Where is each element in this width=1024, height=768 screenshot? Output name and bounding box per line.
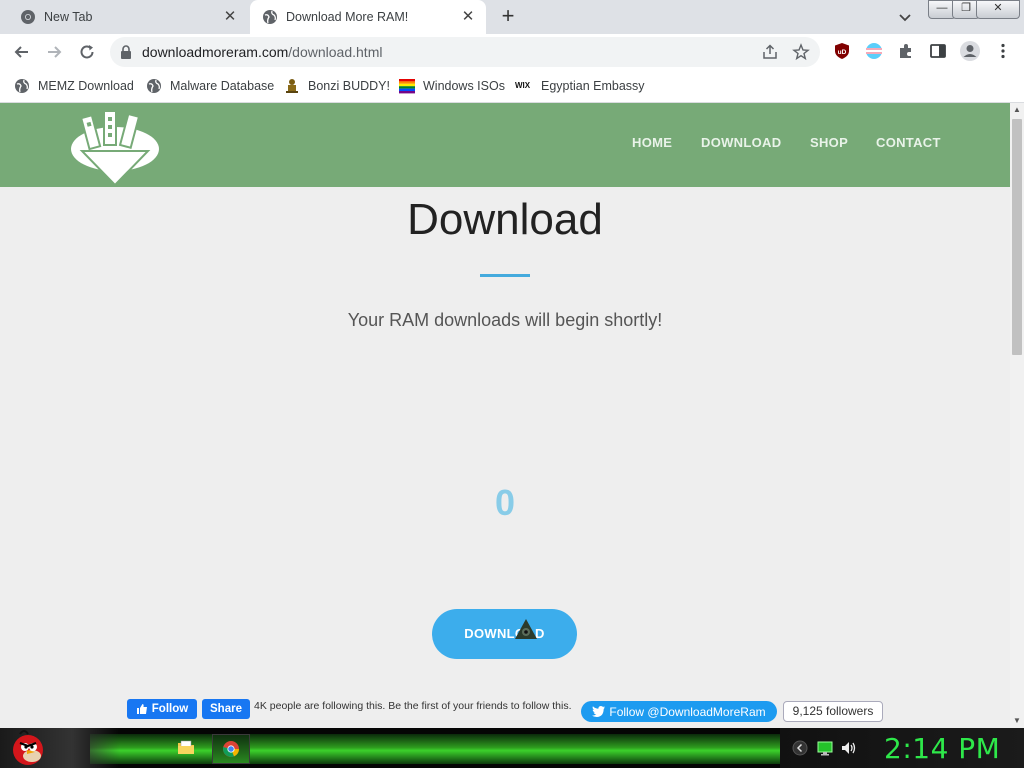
twitter-follow-button[interactable]: Follow @DownloadMoreRam (581, 701, 777, 722)
nav-contact[interactable]: CONTACT (876, 135, 941, 150)
ublock-origin-icon[interactable]: uD (833, 42, 851, 60)
bookmark-egyptian-embassy[interactable]: WIX Egyptian Embassy (515, 77, 645, 95)
download-message: Your RAM downloads will begin shortly! (347, 310, 663, 330)
forward-arrow-icon[interactable] (44, 42, 64, 62)
share-icon[interactable] (761, 43, 779, 61)
bookmark-label: Bonzi BUDDY! (308, 79, 390, 93)
cursor-icon (515, 619, 537, 639)
side-panel-icon[interactable] (929, 42, 947, 60)
bookmark-label: MEMZ Download (38, 79, 134, 93)
nav-download[interactable]: DOWNLOAD (701, 135, 781, 150)
title-divider (480, 274, 530, 277)
tab-close-icon[interactable]: ✕ (222, 9, 238, 25)
taskbar-clock[interactable]: 2:14 PM (884, 732, 1000, 765)
facebook-social-text: 4K people are following this. Be the fir… (254, 700, 572, 712)
bonzi-icon (286, 79, 298, 93)
bookmark-bonzi-buddy[interactable]: Bonzi BUDDY! (284, 77, 390, 95)
tab-close-icon[interactable]: ✕ (460, 9, 476, 25)
twitter-follow-label: Follow @DownloadMoreRam (609, 704, 766, 719)
url-path: /download.html (288, 44, 383, 60)
show-hidden-icons-chevron-icon[interactable] (792, 740, 808, 756)
tab-title: Download More RAM! (286, 10, 409, 24)
bookmark-label: Malware Database (170, 79, 275, 93)
twitter-bird-icon (592, 706, 606, 717)
bookmark-label: Egyptian Embassy (541, 79, 645, 93)
nav-home[interactable]: HOME (632, 135, 672, 150)
bookmarks-bar: MEMZ Download Malware Database Bonzi BUD… (0, 70, 1024, 103)
facebook-follow-label: Follow (151, 703, 189, 715)
globe-icon (263, 10, 277, 24)
angry-bird-start-icon[interactable] (8, 728, 48, 768)
bookmark-label: Windows ISOs (423, 79, 505, 93)
site-header: HOME DOWNLOAD SHOP CONTACT (0, 103, 1010, 187)
bookmark-malware-database[interactable]: Malware Database (146, 77, 274, 95)
wix-icon: WIX (515, 81, 531, 90)
taskbar-chrome[interactable] (212, 734, 250, 764)
download-ram-logo[interactable] (70, 109, 160, 187)
lock-icon[interactable] (120, 45, 132, 59)
scrollbar-thumb[interactable] (1012, 119, 1022, 355)
tab-download-more-ram[interactable]: Download More RAM! ✕ (250, 0, 486, 34)
tab-title: New Tab (44, 10, 93, 24)
reload-icon[interactable] (77, 42, 97, 62)
facebook-follow-button[interactable]: Follow (127, 699, 197, 719)
facebook-share-button[interactable]: Share (202, 699, 250, 719)
network-monitor-icon[interactable] (817, 740, 833, 756)
folder-icon (178, 740, 194, 754)
chrome-icon (21, 10, 35, 24)
scroll-down-arrow-icon[interactable]: ▼ (1010, 714, 1024, 728)
menu-kebab-icon[interactable] (994, 42, 1012, 60)
trans-flag-extension-icon[interactable] (865, 42, 883, 60)
twitter-follower-count[interactable]: 9,125 followers (783, 701, 883, 722)
close-window-button[interactable]: ✕ (976, 0, 1020, 19)
countdown-counter: 0 (494, 482, 516, 523)
address-bar[interactable]: downloadmoreram.com/download.html (110, 37, 820, 67)
scroll-up-arrow-icon[interactable]: ▲ (1010, 103, 1024, 117)
thumbs-up-icon (136, 704, 147, 714)
url-text[interactable]: downloadmoreram.com/download.html (142, 44, 382, 60)
bookmark-star-icon[interactable] (792, 43, 810, 61)
bookmark-windows-isos[interactable]: Windows ISOs (399, 77, 505, 95)
back-arrow-icon[interactable] (12, 42, 32, 62)
tab-strip: New Tab ✕ Download More RAM! ✕ + — ❐ ✕ (0, 0, 1024, 34)
taskbar: 2:14 PM (0, 728, 1024, 768)
page-title: Download (407, 195, 603, 244)
taskbar-file-explorer[interactable] (168, 734, 204, 762)
chrome-icon (223, 741, 239, 757)
page-content: HOME DOWNLOAD SHOP CONTACT Download Your… (0, 103, 1010, 728)
browser-toolbar: downloadmoreram.com/download.html uD (0, 34, 1024, 70)
ublock-label: uD (838, 49, 847, 56)
download-button[interactable]: DOWNLOAD (432, 609, 577, 659)
volume-speaker-icon[interactable] (841, 740, 857, 756)
new-tab-button[interactable]: + (497, 5, 519, 28)
globe-icon (147, 79, 161, 93)
page-scrollbar[interactable]: ▲ ▼ (1010, 103, 1024, 728)
nav-shop[interactable]: SHOP (810, 135, 848, 150)
bookmark-memz-download[interactable]: MEMZ Download (14, 77, 134, 95)
extensions-puzzle-icon[interactable] (897, 42, 915, 60)
rainbow-flag-icon (399, 79, 415, 94)
tab-new-tab[interactable]: New Tab ✕ (8, 0, 248, 34)
globe-icon (15, 79, 29, 93)
tab-search-chevron-icon[interactable] (896, 8, 914, 26)
url-domain: downloadmoreram.com (142, 44, 289, 60)
profile-avatar-icon[interactable] (959, 40, 981, 62)
